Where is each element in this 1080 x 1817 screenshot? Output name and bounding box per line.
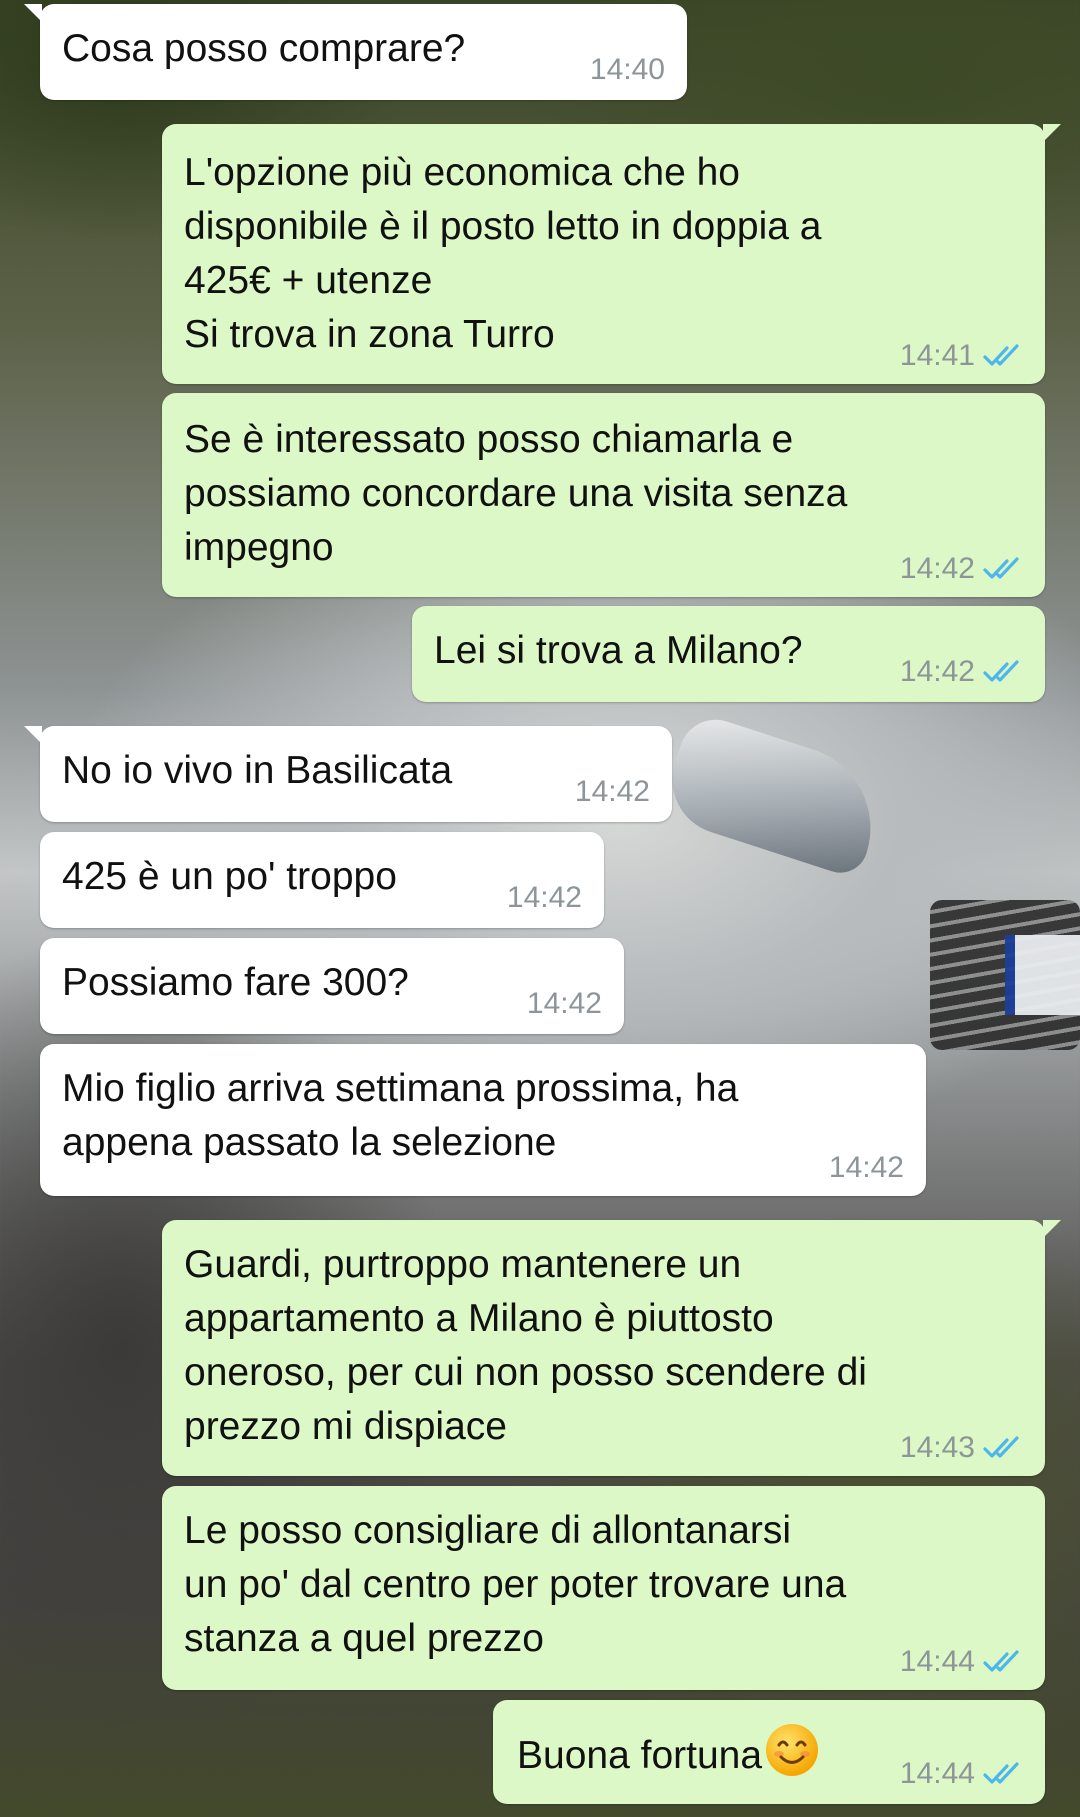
message-time: 14:42: [526, 987, 602, 1020]
message-text: Cosa posso comprare?: [62, 27, 466, 70]
wallpaper-grille: [930, 900, 1080, 1050]
message-time: 14:42: [899, 552, 975, 585]
message-text: L'opzione più economica che ho disponibi…: [184, 151, 822, 356]
message-meta: 14:41: [900, 340, 1023, 372]
message-time: 14:43: [899, 1431, 975, 1464]
message-meta: 14:42: [575, 776, 650, 808]
message-time: 14:42: [828, 1151, 904, 1184]
double-check-read-icon: [983, 660, 1019, 682]
message-time: 14:42: [574, 775, 650, 808]
outgoing-message-bubble[interactable]: Buona fortuna 14:44: [493, 1700, 1045, 1804]
message-time: 14:42: [899, 655, 975, 688]
message-meta: 14:42: [900, 656, 1023, 688]
smiling-face-emoji-icon: [766, 1724, 819, 1776]
wallpaper-license-plate: [1005, 935, 1080, 1015]
message-text: Le posso consigliare di allontanarsi un …: [184, 1509, 847, 1660]
double-check-read-icon: [983, 1762, 1019, 1784]
double-check-read-icon: [983, 557, 1019, 579]
message-time: 14:41: [899, 339, 975, 372]
incoming-message-bubble[interactable]: Mio figlio arriva settimana prossima, ha…: [40, 1044, 926, 1196]
wallpaper-headlight: [658, 710, 892, 880]
message-time: 14:40: [589, 53, 665, 86]
outgoing-message-bubble[interactable]: Lei si trova a Milano? 14:42: [412, 606, 1045, 702]
message-text: Mio figlio arriva settimana prossima, ha…: [62, 1067, 739, 1164]
message-meta: 14:40: [590, 54, 665, 86]
double-check-read-icon: [983, 1650, 1019, 1672]
message-meta: 14:43: [900, 1432, 1023, 1464]
outgoing-message-bubble[interactable]: Guardi, purtroppo mantenere un appartame…: [162, 1220, 1061, 1476]
message-text: 425 è un po' troppo: [62, 855, 397, 898]
message-meta: 14:44: [900, 1646, 1023, 1678]
incoming-message-bubble[interactable]: Cosa posso comprare? 14:40: [24, 4, 687, 100]
incoming-message-bubble[interactable]: Possiamo fare 300? 14:42: [40, 938, 624, 1034]
message-meta: 14:42: [527, 988, 602, 1020]
message-text: No io vivo in Basilicata: [62, 749, 453, 792]
message-meta: 14:42: [829, 1152, 904, 1184]
outgoing-message-bubble[interactable]: Se è interessato posso chiamarla e possi…: [162, 393, 1045, 597]
incoming-message-bubble[interactable]: 425 è un po' troppo 14:42: [40, 832, 604, 928]
double-check-read-icon: [983, 1436, 1019, 1458]
message-time: 14:42: [506, 881, 582, 914]
message-meta: 14:42: [507, 882, 582, 914]
message-time: 14:44: [899, 1757, 975, 1790]
outgoing-message-bubble[interactable]: L'opzione più economica che ho disponibi…: [162, 124, 1061, 384]
message-text: Se è interessato posso chiamarla e possi…: [184, 418, 848, 569]
message-text: Possiamo fare 300?: [62, 961, 409, 1004]
message-text: Lei si trova a Milano?: [434, 629, 803, 672]
outgoing-message-bubble[interactable]: Le posso consigliare di allontanarsi un …: [162, 1486, 1045, 1690]
message-time: 14:44: [899, 1645, 975, 1678]
message-meta: 14:42: [900, 553, 1023, 585]
message-text: Buona fortuna: [517, 1734, 763, 1777]
message-meta: 14:44: [900, 1758, 1023, 1790]
message-text: Guardi, purtroppo mantenere un appartame…: [184, 1243, 867, 1448]
double-check-read-icon: [983, 344, 1019, 366]
incoming-message-bubble[interactable]: No io vivo in Basilicata 14:42: [24, 726, 672, 822]
